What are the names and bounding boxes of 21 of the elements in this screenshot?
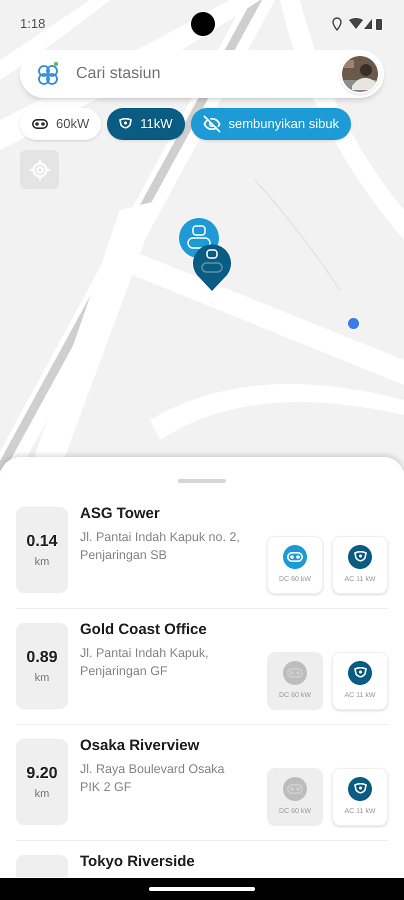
station-address: Jl. Pantai Indah Kapuk, Penjaringan GF [80, 644, 210, 680]
station-address: Jl. Pantai Indah Kapuk no. 2, Penjaringan SB [80, 528, 241, 564]
distance-unit: km [34, 786, 50, 802]
drag-handle[interactable] [178, 479, 226, 483]
home-indicator[interactable] [149, 887, 255, 891]
connector-icon [287, 784, 303, 794]
station-address: Jl. Raya Boulevard Osaka PIK 2 GF [80, 760, 226, 796]
connector-icon [354, 782, 366, 795]
distance-value: 9.20 [26, 764, 58, 784]
station-name[interactable]: ASG Tower [80, 503, 255, 526]
station-name[interactable]: Gold Coast Office [80, 619, 255, 642]
connector-icon [354, 666, 366, 679]
station-name[interactable]: Tokyo Riverside [80, 851, 388, 874]
connector-icon [287, 668, 303, 678]
distance-value: 0.89 [26, 648, 58, 668]
distance-unit: km [34, 554, 50, 570]
distance-unit: km [34, 670, 50, 686]
connector-icon [287, 552, 303, 562]
connector-icon [354, 550, 366, 563]
station-name[interactable]: Osaka Riverview [80, 735, 255, 758]
distance-value: 0.14 [26, 532, 58, 552]
